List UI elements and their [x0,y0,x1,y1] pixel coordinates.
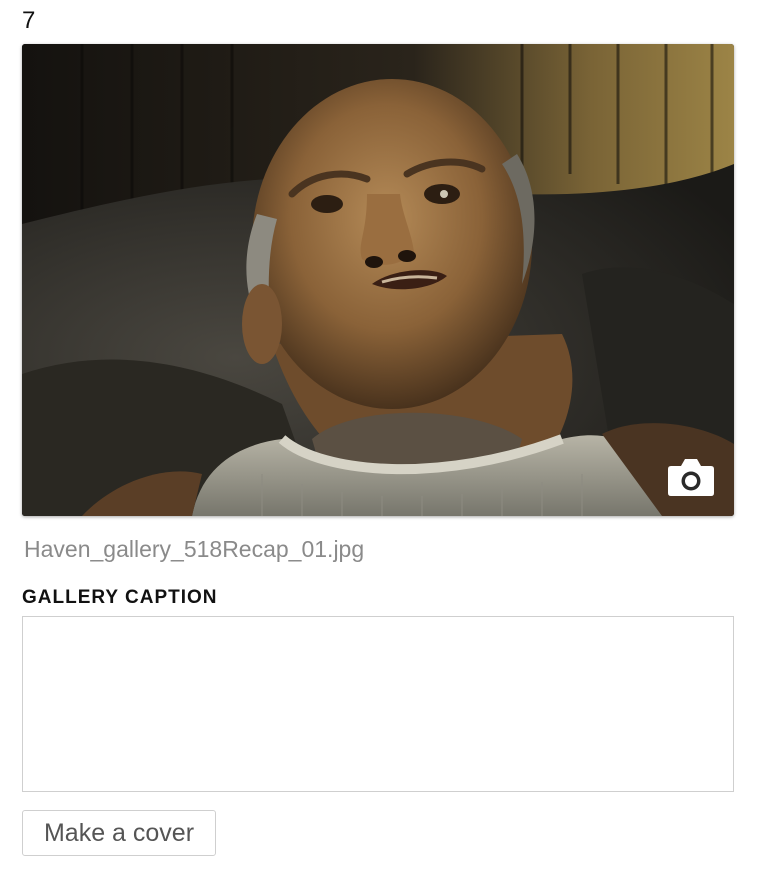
gallery-item-index: 7 [22,7,36,34]
photo-filename: Haven_gallery_518Recap_01.jpg [24,536,365,562]
make-cover-button[interactable]: Make a cover [22,810,216,856]
camera-icon[interactable] [666,456,716,498]
gallery-caption-label: GALLERY CAPTION [22,587,218,608]
gallery-caption-input[interactable] [22,616,734,792]
gallery-photo [22,44,734,516]
